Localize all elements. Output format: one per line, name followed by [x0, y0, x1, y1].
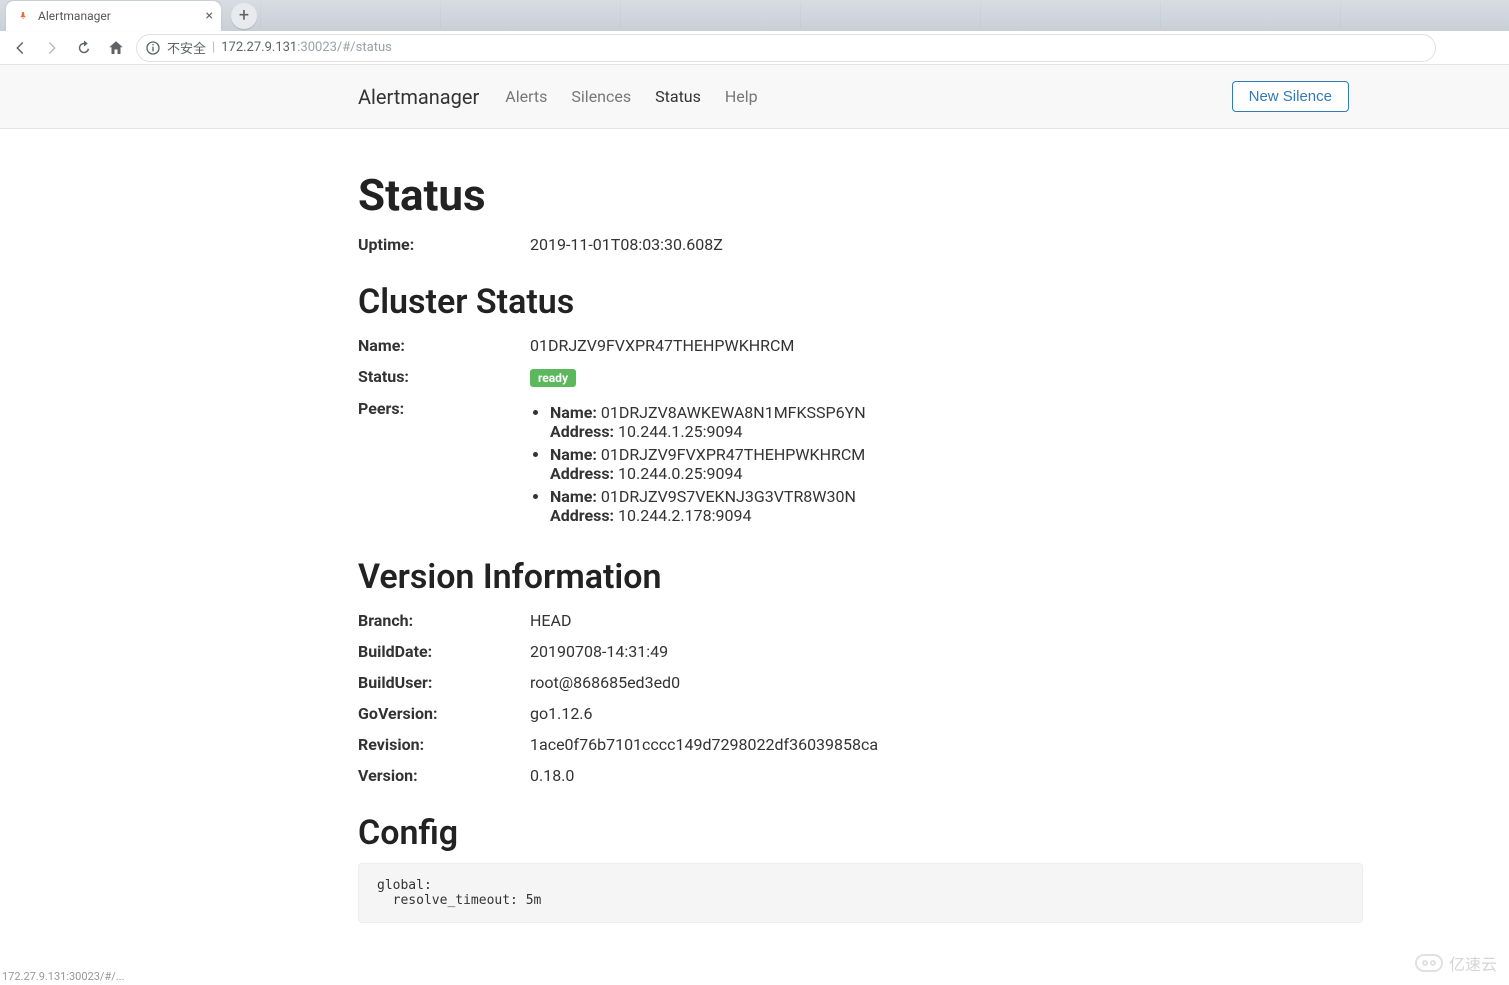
browser-status-hint: 172.27.9.131:30023/#/...	[2, 970, 124, 983]
cluster-status-heading: Cluster Status	[358, 282, 1150, 322]
peer-item: Name: 01DRJZV9FVXPR47THEHPWKHRCM Address…	[550, 445, 1150, 483]
peer-item: Name: 01DRJZV9S7VEKNJ3G3VTR8W30N Address…	[550, 487, 1150, 525]
browser-tab-strip: Alertmanager × +	[0, 0, 1509, 31]
config-heading: Config	[358, 813, 1150, 853]
alertmanager-favicon	[16, 9, 30, 23]
address-url-path: :30023/#/status	[297, 40, 392, 55]
background-tabs-ghost	[260, 2, 1509, 29]
uptime-row: Uptime: 2019-11-01T08:03:30.608Z	[358, 229, 1150, 260]
watermark: 亿速云	[1415, 951, 1497, 975]
peer-name-label: Name:	[550, 403, 597, 422]
cluster-name-label: Name:	[358, 336, 530, 355]
version-row: Branch: HEAD	[358, 605, 1150, 636]
status-badge: ready	[530, 369, 576, 387]
cluster-status-row: Status: ready	[358, 361, 1150, 393]
version-row: BuildDate: 20190708-14:31:49	[358, 636, 1150, 667]
site-info-icon[interactable]	[145, 40, 161, 56]
peer-name: 01DRJZV9FVXPR47THEHPWKHRCM	[601, 445, 865, 464]
version-label: BuildDate:	[358, 642, 530, 661]
peer-name: 01DRJZV9S7VEKNJ3G3VTR8W30N	[601, 487, 856, 506]
address-url-host: 172.27.9.131	[221, 40, 297, 55]
version-info-heading: Version Information	[358, 557, 1150, 597]
peer-name: 01DRJZV8AWKEWA8N1MFKSSP6YN	[601, 403, 866, 422]
app-navbar: Alertmanager Alerts Silences Status Help…	[0, 65, 1509, 129]
peer-address: 10.244.1.25:9094	[618, 422, 742, 441]
version-value: 0.18.0	[530, 766, 1150, 785]
nav-forward-button[interactable]	[40, 36, 64, 60]
version-label: Branch:	[358, 611, 530, 630]
peer-name-label: Name:	[550, 487, 597, 506]
uptime-label: Uptime:	[358, 235, 530, 254]
address-bar[interactable]: 不安全 | 172.27.9.131:30023/#/status	[136, 34, 1436, 62]
new-silence-button[interactable]: New Silence	[1232, 81, 1349, 112]
address-url: 172.27.9.131:30023/#/status	[221, 40, 392, 55]
nav-link-silences[interactable]: Silences	[571, 87, 631, 106]
version-label: BuildUser:	[358, 673, 530, 692]
cluster-name-value: 01DRJZV9FVXPR47THEHPWKHRCM	[530, 336, 1150, 355]
brand-title[interactable]: Alertmanager	[358, 85, 479, 109]
cluster-peers-value: Name: 01DRJZV8AWKEWA8N1MFKSSP6YN Address…	[530, 399, 1150, 529]
version-value: root@868685ed3ed0	[530, 673, 1150, 692]
version-label: Revision:	[358, 735, 530, 754]
address-separator: |	[212, 40, 215, 55]
nav-link-help[interactable]: Help	[725, 87, 758, 106]
peers-list: Name: 01DRJZV8AWKEWA8N1MFKSSP6YN Address…	[530, 403, 1150, 525]
cluster-status-label: Status:	[358, 367, 530, 387]
page-content: Status Uptime: 2019-11-01T08:03:30.608Z …	[0, 129, 1150, 963]
version-row: GoVersion: go1.12.6	[358, 698, 1150, 729]
browser-tab-active[interactable]: Alertmanager ×	[6, 1, 221, 31]
config-text: global: resolve_timeout: 5m	[358, 863, 1363, 923]
peer-item: Name: 01DRJZV8AWKEWA8N1MFKSSP6YN Address…	[550, 403, 1150, 441]
page-title: Status	[358, 169, 1150, 221]
peer-address-label: Address:	[550, 506, 614, 525]
cluster-peers-label: Peers:	[358, 399, 530, 529]
nav-reload-button[interactable]	[72, 36, 96, 60]
nav-back-button[interactable]	[8, 36, 32, 60]
nav-link-status[interactable]: Status	[655, 87, 701, 106]
close-tab-icon[interactable]: ×	[206, 9, 213, 23]
browser-tab-title: Alertmanager	[38, 9, 111, 23]
peer-address: 10.244.0.25:9094	[618, 464, 742, 483]
version-row: Revision: 1ace0f76b7101cccc149d7298022df…	[358, 729, 1150, 760]
peer-name-label: Name:	[550, 445, 597, 464]
peer-address-label: Address:	[550, 422, 614, 441]
version-value: HEAD	[530, 611, 1150, 630]
cluster-peers-row: Peers: Name: 01DRJZV8AWKEWA8N1MFKSSP6YN …	[358, 393, 1150, 535]
version-label: Version:	[358, 766, 530, 785]
uptime-value: 2019-11-01T08:03:30.608Z	[530, 235, 1150, 254]
version-value: 1ace0f76b7101cccc149d7298022df36039858ca	[530, 735, 1150, 754]
cluster-name-row: Name: 01DRJZV9FVXPR47THEHPWKHRCM	[358, 330, 1150, 361]
watermark-icon	[1415, 954, 1443, 972]
peer-address-label: Address:	[550, 464, 614, 483]
browser-toolbar: 不安全 | 172.27.9.131:30023/#/status	[0, 31, 1509, 65]
version-row: BuildUser: root@868685ed3ed0	[358, 667, 1150, 698]
version-value: 20190708-14:31:49	[530, 642, 1150, 661]
nav-home-button[interactable]	[104, 36, 128, 60]
version-value: go1.12.6	[530, 704, 1150, 723]
version-label: GoVersion:	[358, 704, 530, 723]
cluster-status-value: ready	[530, 367, 1150, 387]
insecure-label: 不安全	[167, 38, 206, 57]
nav-link-alerts[interactable]: Alerts	[505, 87, 547, 106]
watermark-text: 亿速云	[1449, 951, 1497, 975]
browser-chrome: Alertmanager × + 不安全 | 172.27.9.131:3002…	[0, 0, 1509, 65]
version-row: Version: 0.18.0	[358, 760, 1150, 791]
peer-address: 10.244.2.178:9094	[618, 506, 751, 525]
new-tab-button[interactable]: +	[231, 3, 257, 29]
